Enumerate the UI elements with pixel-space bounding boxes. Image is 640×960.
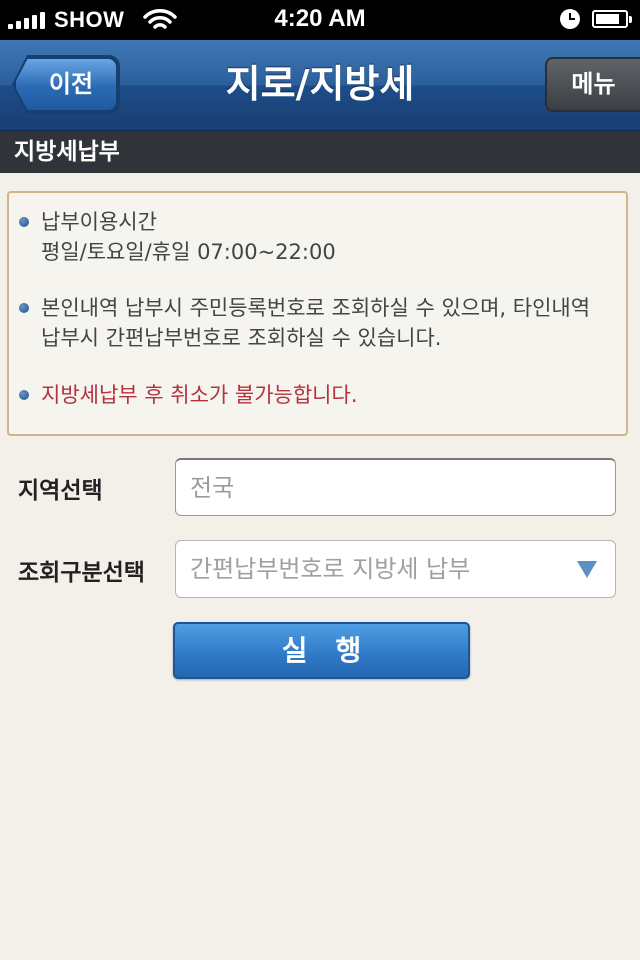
status-bar: SHOW 4:20 AM — [0, 0, 640, 40]
lookup-type-value: 간편납부번호로 지방세 납부 — [190, 555, 471, 583]
region-label: 지역선택 — [18, 478, 103, 504]
notice-text: 납부시 간편납부번호로 조회하실 수 있습니다. — [41, 326, 442, 350]
battery-level — [596, 14, 620, 24]
nav-bar: 지로/지방세 이전 메뉴 — [0, 40, 640, 131]
lookup-type-select[interactable]: 간편납부번호로 지방세 납부 — [175, 540, 616, 598]
region-input[interactable] — [175, 458, 616, 516]
notice-text: 본인내역 납부시 주민등록번호로 조회하실 수 있으며, 타인내역 — [41, 296, 591, 320]
lookup-type-label: 조회구분선택 — [18, 560, 145, 586]
dropdown-arrow-icon — [577, 561, 597, 578]
orientation-lock-icon — [560, 9, 580, 29]
back-button[interactable]: 이전 — [14, 57, 118, 112]
notice-text: 납부이용시간 — [41, 210, 157, 234]
bullet-icon — [19, 303, 29, 313]
clock: 4:20 AM — [274, 5, 366, 32]
menu-button[interactable]: 메뉴 — [545, 57, 640, 112]
notice-item-hours: 납부이용시간 평일/토요일/휴일 07:00~22:00 — [19, 207, 336, 267]
notice-item-lookup: 본인내역 납부시 주민등록번호로 조회하실 수 있으며, 타인내역 납부시 간편… — [19, 293, 590, 353]
bullet-icon — [19, 390, 29, 400]
notice-item-warning: 지방세납부 후 취소가 불가능합니다. — [19, 380, 358, 410]
notice-box: 납부이용시간 평일/토요일/휴일 07:00~22:00 본인내역 납부시 주민… — [7, 191, 628, 436]
bullet-icon — [19, 217, 29, 227]
notice-warning-text: 지방세납부 후 취소가 불가능합니다. — [41, 383, 358, 407]
battery-icon — [592, 10, 632, 28]
section-header: 지방세납부 — [0, 131, 640, 173]
execute-button[interactable]: 실행 — [173, 622, 470, 679]
notice-text: 평일/토요일/휴일 07:00~22:00 — [41, 240, 336, 264]
